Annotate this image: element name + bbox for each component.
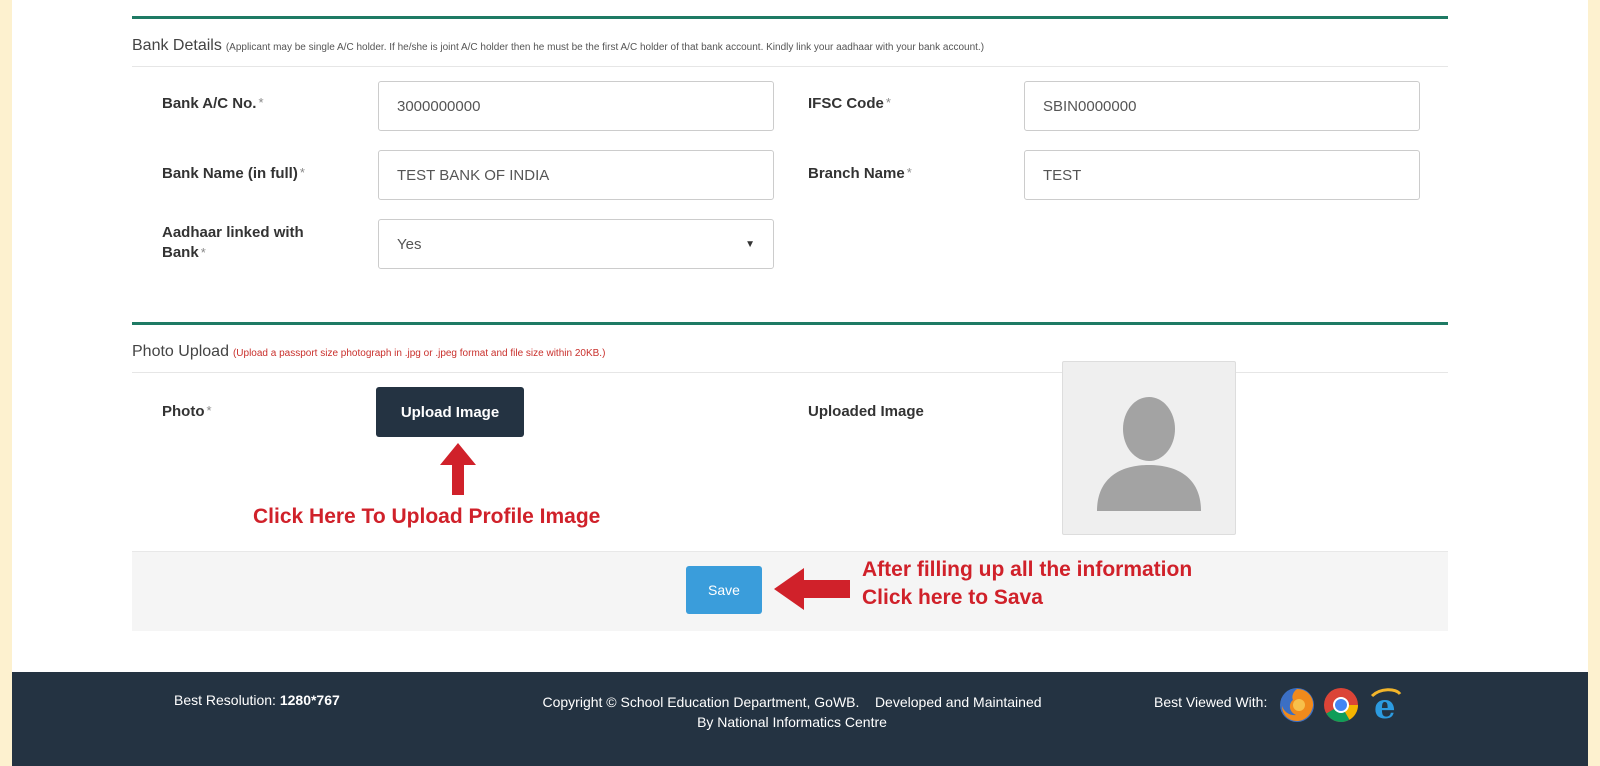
page: Bank Details (Applicant may be single A/C… [12, 0, 1588, 766]
photo-upload-title: Photo Upload (Upload a passport size phot… [132, 343, 605, 361]
required-mark: * [299, 165, 305, 180]
upload-hint-annotation: Click Here To Upload Profile Image [253, 505, 601, 528]
aadhaar-label-line2: Bank [162, 244, 199, 261]
aadhaar-selected-value: Yes [397, 235, 422, 253]
bank-account-input[interactable] [378, 81, 774, 131]
save-hint-annotation: After filling up all the information Cli… [862, 556, 1192, 612]
arrow-left-icon [774, 568, 850, 610]
svg-text:e: e [1374, 687, 1396, 724]
required-mark: * [206, 403, 212, 418]
ifsc-label: IFSC Code * [808, 95, 891, 112]
uploaded-image-label: Uploaded Image [808, 403, 924, 420]
footer: Best Resolution: 1280*767 Copyright © Sc… [12, 672, 1588, 766]
ifsc-input[interactable] [1024, 81, 1420, 131]
save-hint-line2: Click here to Sava [862, 586, 1043, 609]
branch-name-label-text: Branch Name [808, 165, 905, 182]
photo-label: Photo * [162, 403, 212, 420]
best-resolution: Best Resolution: 1280*767 [174, 692, 340, 708]
bank-account-label-text: Bank A/C No. [162, 95, 257, 112]
aadhaar-linked-select[interactable]: Yes ▼ [378, 219, 774, 269]
required-mark: * [906, 165, 912, 180]
aadhaar-label-line1: Aadhaar linked with [162, 224, 304, 241]
bank-account-label: Bank A/C No. * [162, 95, 264, 112]
bank-name-label-text: Bank Name (in full) [162, 165, 298, 182]
resolution-value: 1280*767 [279, 692, 340, 708]
branch-name-input[interactable] [1024, 150, 1420, 200]
bank-details-heading: Bank Details [132, 37, 222, 54]
save-bar: Save After filling up all the informatio… [132, 551, 1448, 631]
branch-name-label: Branch Name * [808, 165, 912, 182]
save-hint-line1: After filling up all the information [862, 558, 1193, 581]
photo-upload-panel: Photo Upload (Upload a passport size phot… [132, 322, 1448, 631]
upload-image-button[interactable]: Upload Image [376, 387, 524, 437]
photo-upload-note: (Upload a passport size photograph in .j… [232, 348, 606, 359]
best-viewed-label: Best Viewed With: [1154, 694, 1268, 710]
save-button[interactable]: Save [686, 566, 762, 614]
copyright-line2: By National Informatics Centre [697, 714, 887, 730]
required-mark: * [885, 95, 891, 110]
divider [132, 372, 1448, 373]
divider [132, 66, 1448, 67]
bank-name-label: Bank Name (in full) * [162, 165, 305, 182]
resolution-label: Best Resolution: [174, 692, 276, 708]
required-mark: * [258, 95, 264, 110]
firefox-icon [1280, 688, 1314, 722]
photo-upload-heading: Photo Upload [132, 343, 229, 360]
bank-details-note: (Applicant may be single A/C holder. If … [225, 42, 985, 53]
user-avatar-icon [1097, 397, 1201, 511]
bank-details-title: Bank Details (Applicant may be single A/C… [132, 37, 984, 55]
copyright-text: Copyright © School Education Department,… [452, 692, 1132, 732]
uploaded-image-preview [1062, 361, 1236, 535]
ie-icon: e [1370, 687, 1402, 724]
copyright-line1: Copyright © School Education Department,… [542, 694, 1042, 710]
bank-name-input[interactable] [378, 150, 774, 200]
ifsc-label-text: IFSC Code [808, 95, 884, 112]
caret-down-icon: ▼ [745, 238, 755, 250]
arrow-up-icon [440, 443, 476, 495]
photo-label-text: Photo [162, 403, 205, 420]
required-mark: * [200, 245, 206, 260]
chrome-icon [1324, 688, 1358, 722]
aadhaar-linked-label: Aadhaar linked with Bank * [162, 223, 304, 263]
bank-details-panel: Bank Details (Applicant may be single A/C… [132, 16, 1448, 306]
